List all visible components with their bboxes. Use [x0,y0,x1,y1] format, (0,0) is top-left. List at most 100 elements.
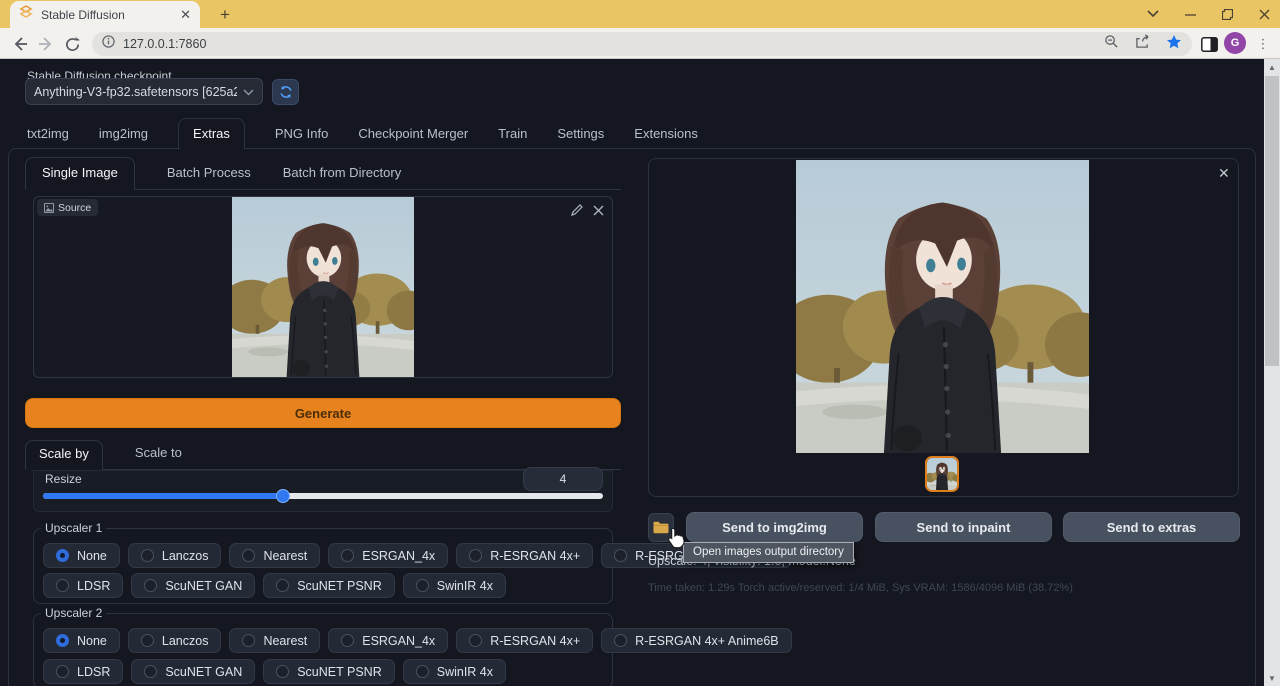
tab-search-chevron-icon[interactable] [1147,10,1159,18]
radio-checked-icon [56,634,69,647]
resize-label: Resize [45,472,82,486]
side-panel-icon[interactable] [1198,33,1220,55]
scrollbar-thumb[interactable] [1265,76,1279,366]
avatar[interactable]: G [1224,32,1246,54]
back-button[interactable] [8,32,32,56]
upscaler2-row2: LDSR ScuNET GAN ScuNET PSNR SwinIR 4x [43,659,506,684]
radio-icon [144,579,157,592]
chevron-down-icon [243,83,254,101]
url-text[interactable]: 127.0.0.1:7860 [123,37,1096,51]
upscaler1-label: Upscaler 1 [41,521,106,535]
tab-settings[interactable]: Settings [557,126,604,149]
main-tab-bar: txt2img img2img Extras PNG Info Checkpoi… [27,119,698,149]
gallery-close-icon[interactable]: ✕ [1218,165,1230,182]
resize-slider-handle[interactable] [276,489,290,503]
send-to-extras-button[interactable]: Send to extras [1063,512,1240,542]
generate-button[interactable]: Generate [25,398,621,428]
radio-icon [341,634,354,647]
tab-extensions[interactable]: Extensions [634,126,698,149]
upscaler2-option-ldsr[interactable]: LDSR [43,659,123,684]
output-thumbnail-selected[interactable] [925,456,959,492]
extras-subtab-bar: Single Image Batch Process Batch from Di… [25,158,621,190]
upscaler1-row2: LDSR ScuNET GAN ScuNET PSNR SwinIR 4x [43,573,506,598]
source-image-dropzone[interactable]: Source [33,196,613,378]
source-image [232,197,414,377]
refresh-checkpoint-button[interactable] [272,79,299,105]
site-info-icon[interactable] [102,35,115,53]
radio-icon [242,634,255,647]
resize-slider-fill [43,493,283,499]
new-tab-button[interactable]: + [214,4,236,26]
upscaler1-option-esrgan4x[interactable]: ESRGAN_4x [328,543,448,568]
upscaler2-option-none[interactable]: None [43,628,120,653]
upscaler2-option-resrgan-anime6b[interactable]: R-ESRGAN 4x+ Anime6B [601,628,791,653]
radio-icon [276,579,289,592]
radio-icon [276,665,289,678]
source-label-chip: Source [37,199,98,216]
upscaler1-option-ldsr[interactable]: LDSR [43,573,123,598]
radio-icon [141,634,154,647]
radio-checked-icon [56,549,69,562]
tab-close-icon[interactable]: ✕ [180,7,191,23]
checkpoint-dropdown[interactable]: Anything-V3-fp32.safetensors [625a2ba2] [25,78,263,105]
send-to-inpaint-button[interactable]: Send to inpaint [875,512,1052,542]
tooltip: Open images output directory [683,542,854,563]
upscaler1-option-resrgan4x[interactable]: R-ESRGAN 4x+ [456,543,593,568]
tab-img2img[interactable]: img2img [99,126,148,149]
upscaler1-option-scunet-gan[interactable]: ScuNET GAN [131,573,255,598]
resize-number-input[interactable]: 4 [523,467,603,491]
upscaler2-option-lanczos[interactable]: Lanczos [128,628,222,653]
page-scrollbar[interactable]: ▲ ▼ [1264,59,1280,686]
clear-image-icon[interactable] [593,203,604,221]
radio-icon [614,549,627,562]
upscaler1-option-swinir4x[interactable]: SwinIR 4x [403,573,506,598]
checkpoint-value: Anything-V3-fp32.safetensors [625a2ba2] [34,85,237,99]
browser-toolbar: 127.0.0.1:7860 G ⋮ [0,28,1280,59]
forward-button[interactable] [34,32,58,56]
tab-scale-by[interactable]: Scale by [25,440,103,470]
scale-tab-bar: Scale by Scale to [25,440,621,470]
upscaler2-option-scunet-psnr[interactable]: ScuNET PSNR [263,659,395,684]
image-icon [44,203,54,213]
refresh-icon [279,85,293,99]
subtab-batch-process[interactable]: Batch Process [167,165,251,189]
url-bar[interactable]: 127.0.0.1:7860 [92,32,1192,56]
tab-txt2img[interactable]: txt2img [27,126,69,149]
minimize-button[interactable] [1185,9,1196,20]
browser-menu-icon[interactable]: ⋮ [1256,32,1270,56]
mouse-cursor-icon [666,527,685,554]
scrollbar-down-arrow[interactable]: ▼ [1264,670,1280,686]
scrollbar-up-arrow[interactable]: ▲ [1264,59,1280,75]
upscaler1-option-nearest[interactable]: Nearest [229,543,320,568]
tab-train[interactable]: Train [498,126,527,149]
radio-icon [341,549,354,562]
share-icon[interactable] [1135,34,1150,54]
reload-button[interactable] [60,32,84,56]
maximize-button[interactable] [1222,9,1233,20]
upscaler2-option-resrgan4x[interactable]: R-ESRGAN 4x+ [456,628,593,653]
edit-image-icon[interactable] [571,203,583,221]
stable-diffusion-webui: Stable Diffusion checkpoint Anything-V3-… [0,59,1280,686]
close-button[interactable] [1259,9,1270,20]
subtab-batch-from-directory[interactable]: Batch from Directory [283,165,401,189]
upscaler1-option-none[interactable]: None [43,543,120,568]
radio-icon [56,579,69,592]
bookmark-star-icon[interactable] [1166,34,1182,55]
upscaler2-option-nearest[interactable]: Nearest [229,628,320,653]
tab-png-info[interactable]: PNG Info [275,126,328,149]
upscaler2-option-esrgan4x[interactable]: ESRGAN_4x [328,628,448,653]
zoom-icon[interactable] [1104,34,1119,54]
tab-scale-to[interactable]: Scale to [135,445,182,469]
tab-checkpoint-merger[interactable]: Checkpoint Merger [358,126,468,149]
tab-extras[interactable]: Extras [178,118,245,150]
radio-icon [242,549,255,562]
upscaler1-option-scunet-psnr[interactable]: ScuNET PSNR [263,573,395,598]
upscaler2-option-swinir4x[interactable]: SwinIR 4x [403,659,506,684]
subtab-single-image[interactable]: Single Image [25,157,135,190]
output-image[interactable] [796,160,1089,453]
upscaler1-option-lanczos[interactable]: Lanczos [128,543,222,568]
radio-icon [144,665,157,678]
browser-tab[interactable]: Stable Diffusion ✕ [10,1,200,28]
upscaler2-option-scunet-gan[interactable]: ScuNET GAN [131,659,255,684]
send-to-img2img-button[interactable]: Send to img2img [686,512,863,542]
